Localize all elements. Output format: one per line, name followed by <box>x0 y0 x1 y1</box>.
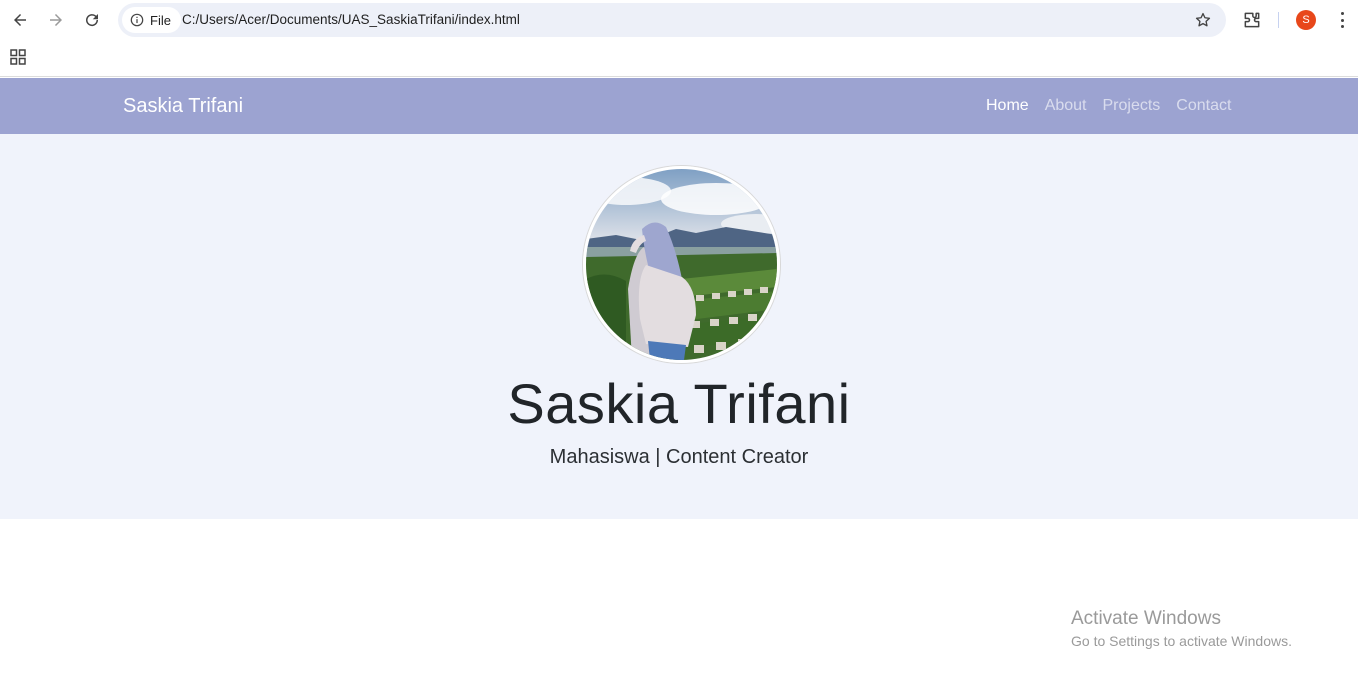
activate-windows-subtitle: Go to Settings to activate Windows. <box>1071 633 1292 649</box>
reload-icon <box>86 14 99 27</box>
menu-dot <box>1340 18 1344 22</box>
browser-menu-button[interactable] <box>1334 10 1350 30</box>
address-bar[interactable]: File C:/Users/Acer/Documents/UAS_SaskiaT… <box>118 3 1226 37</box>
apps-grid-icon[interactable] <box>10 49 26 65</box>
nav-link-projects[interactable]: Projects <box>1103 97 1161 115</box>
browser-toolbar: File C:/Users/Acer/Documents/UAS_SaskiaT… <box>0 0 1358 40</box>
site-brand[interactable]: Saskia Trifani <box>123 95 243 118</box>
file-chip-label: File <box>150 12 171 28</box>
site-nav-links: Home About Projects Contact <box>986 97 1231 115</box>
extensions-icon[interactable] <box>1242 10 1262 30</box>
bookmark-star-icon[interactable] <box>1194 11 1212 29</box>
arrow-right-icon <box>50 14 62 26</box>
reload-button[interactable] <box>80 8 104 32</box>
activate-windows-watermark: Activate Windows Go to Settings to activ… <box>1071 608 1292 649</box>
site-navbar: Saskia Trifani Home About Projects Conta… <box>0 78 1358 134</box>
hero-subtitle: Mahasiswa | Content Creator <box>549 446 809 468</box>
url-text[interactable]: C:/Users/Acer/Documents/UAS_SaskiaTrifan… <box>182 12 520 27</box>
nav-link-about[interactable]: About <box>1045 97 1087 115</box>
back-button[interactable] <box>8 8 32 32</box>
site-info-chip[interactable]: File <box>122 7 181 33</box>
activate-windows-title: Activate Windows <box>1071 608 1221 629</box>
info-icon <box>130 13 144 27</box>
menu-dot <box>1340 25 1344 28</box>
profile-photo <box>583 166 780 363</box>
menu-dot <box>1340 12 1344 15</box>
forward-button[interactable] <box>44 8 68 32</box>
toolbar-separator <box>1278 12 1279 28</box>
arrow-left-icon <box>14 14 26 26</box>
hero-name: Saskia Trifani <box>507 372 851 435</box>
profile-avatar[interactable]: S <box>1296 10 1316 30</box>
bookmarks-bar <box>0 40 1358 77</box>
hero-section: Saskia Trifani Mahasiswa | Content Creat… <box>0 134 1358 519</box>
nav-link-contact[interactable]: Contact <box>1176 97 1231 115</box>
nav-link-home[interactable]: Home <box>986 97 1029 115</box>
profile-photo-image <box>586 169 777 360</box>
